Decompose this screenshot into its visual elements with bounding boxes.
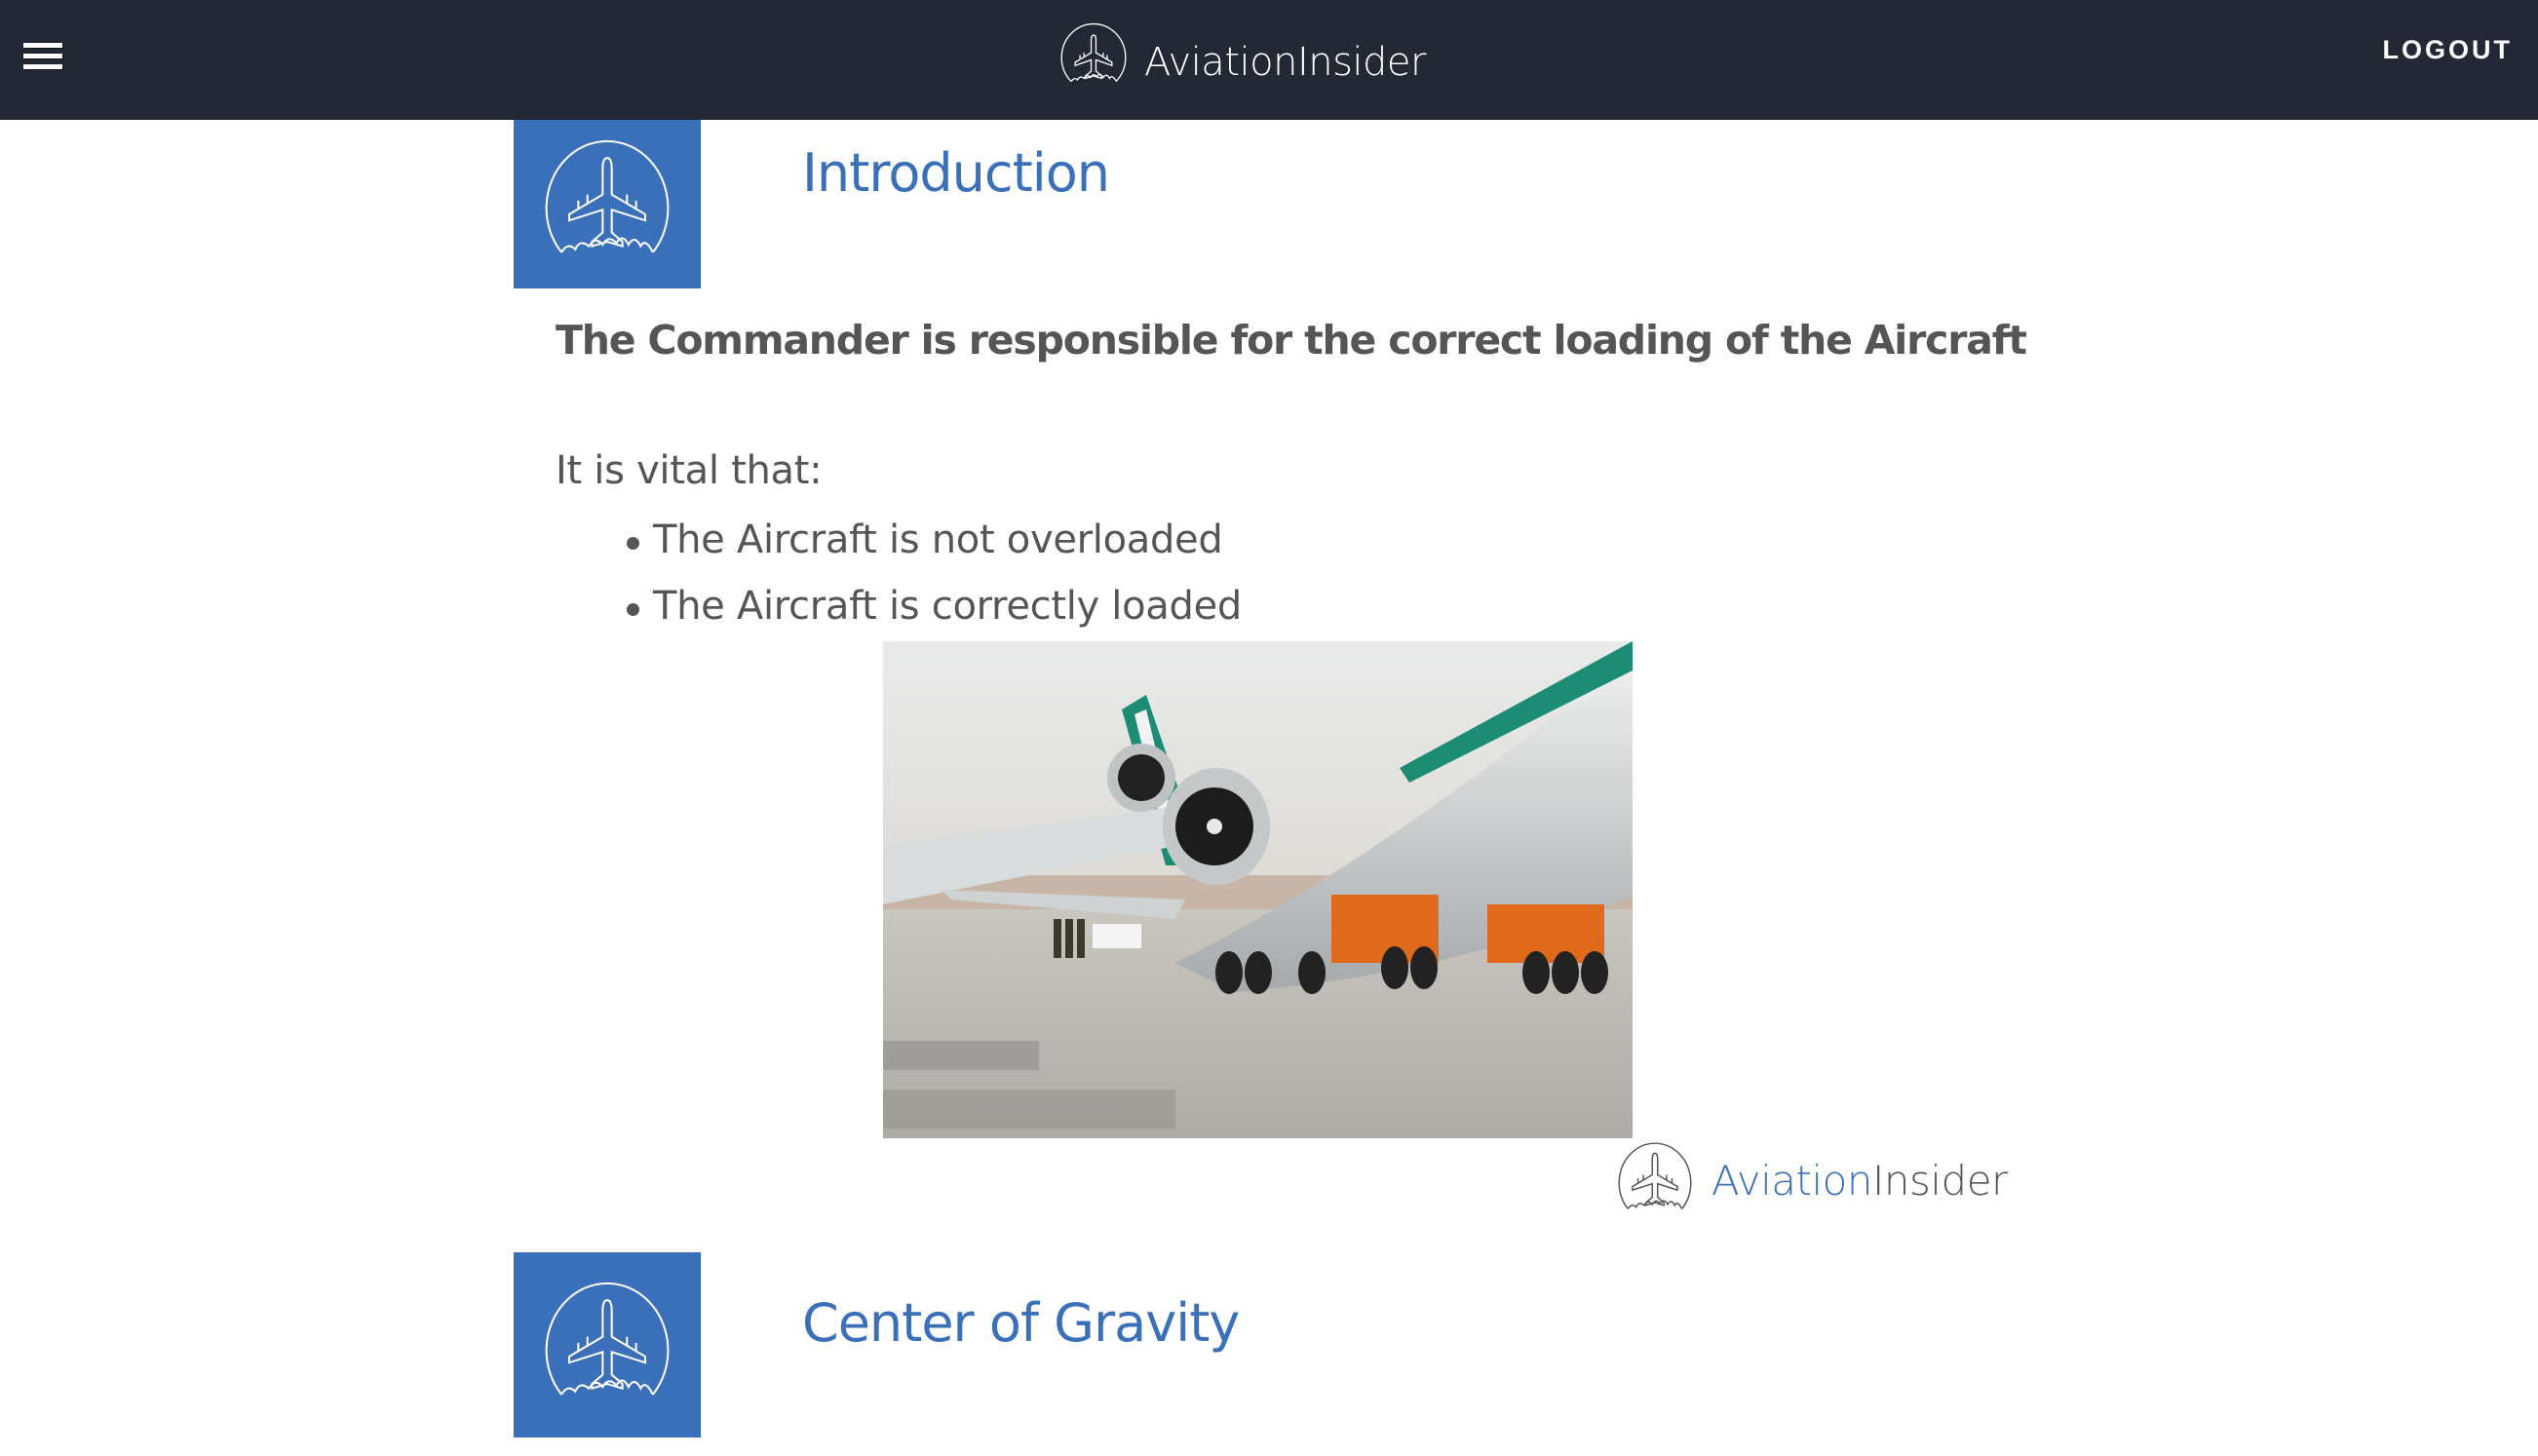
intro-line: It is vital that: — [556, 448, 823, 493]
lead-statement: The Commander is responsible for the cor… — [556, 317, 2027, 364]
aviation-insider-watermark: Aviation Insider — [1606, 1135, 2008, 1225]
introduction-section-icon — [514, 120, 701, 288]
list-item: The Aircraft is not overloaded — [627, 507, 1242, 573]
airplane-circle-logo-icon — [1060, 22, 1127, 83]
brand-logo-link[interactable]: AviationInsider — [1051, 18, 1426, 97]
photo-vehicle — [1093, 924, 1141, 948]
top-navigation-bar: AviationInsider LOGOUT — [0, 0, 2538, 120]
photo-ground-crew — [1054, 919, 1085, 958]
logout-button[interactable]: LOGOUT — [2383, 35, 2514, 65]
center-of-gravity-section-icon — [514, 1252, 701, 1437]
list-item: The Aircraft is correctly loaded — [627, 573, 1242, 639]
hamburger-menu-icon[interactable] — [23, 41, 62, 70]
watermark-text-insider: Insider — [1871, 1156, 2008, 1205]
airplane-circle-icon — [545, 1282, 670, 1396]
section-title-introduction: Introduction — [802, 142, 1110, 204]
watermark-text-aviation: Aviation — [1711, 1156, 1872, 1205]
hamburger-bar — [23, 54, 62, 58]
brand-name: AviationInsider — [1144, 40, 1426, 85]
requirements-list: The Aircraft is not overloaded The Aircr… — [556, 507, 1242, 639]
aircraft-loading-photo — [883, 641, 1633, 1138]
aircraft-photo-illustration — [883, 641, 1633, 1138]
hamburger-bar — [23, 64, 62, 69]
airplane-circle-icon — [545, 139, 670, 253]
airplane-circle-logo-icon — [1618, 1142, 1692, 1209]
section-title-center-of-gravity: Center of Gravity — [802, 1292, 1240, 1354]
hamburger-bar — [23, 43, 62, 48]
